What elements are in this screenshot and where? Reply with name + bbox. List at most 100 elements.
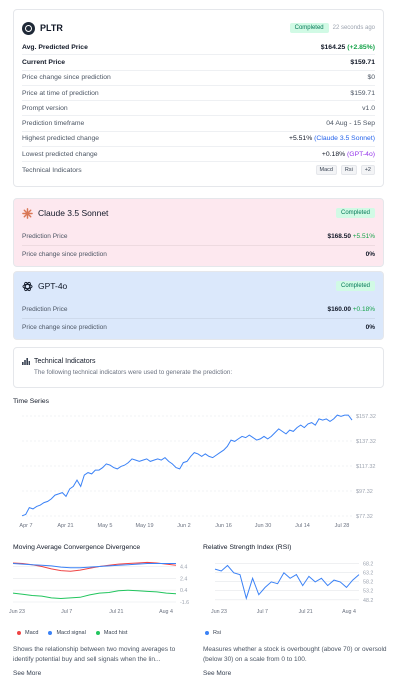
model-name: Claude 3.5 Sonnet <box>38 208 109 218</box>
rsi-see-more-link[interactable]: See More <box>203 670 231 677</box>
row-label: Prediction Price <box>22 305 68 313</box>
row-highest-change: Highest predicted change +5.51% (Claude … <box>22 132 375 148</box>
legend-item-macd[interactable]: Macd <box>17 630 38 636</box>
row-value: $0 <box>367 74 375 82</box>
technical-indicators-card: Technical Indicators The following techn… <box>13 347 384 388</box>
row-label: Lowest predicted change <box>22 150 98 158</box>
x-tick-label: Jul 28 <box>335 523 350 529</box>
row-label: Highest predicted change <box>22 135 100 143</box>
prediction-price-row: Prediction Price $160.00 +0.18% <box>22 300 375 318</box>
x-tick-label: Jul 21 <box>299 609 313 615</box>
x-tick-label: May 19 <box>135 523 153 529</box>
legend-dot <box>95 631 100 635</box>
row-price-at-prediction: Price at time of prediction $159.71 <box>22 86 375 102</box>
pltr-logo-icon <box>22 21 35 35</box>
model-link-claude[interactable]: (Claude 3.5 Sonnet) <box>314 135 375 142</box>
macd-see-more-link[interactable]: See More <box>13 670 41 677</box>
openai-logo-icon <box>22 281 33 291</box>
row-value: +5.51% <box>289 135 313 143</box>
x-tick-label: Jun 2 <box>177 523 190 529</box>
row-label: Price at time of prediction <box>22 89 99 97</box>
row-label: Price change since prediction <box>22 74 111 82</box>
time-series-title: Time Series <box>13 398 50 405</box>
row-label: Avg. Predicted Price <box>22 43 88 51</box>
x-tick-label: Apr 7 <box>19 523 32 529</box>
x-tick-label: Aug 4 <box>342 609 356 615</box>
row-current-price: Current Price $159.71 <box>22 55 375 71</box>
y-tick-label: $97.32 <box>356 489 373 495</box>
macd-legend: Macd Macd signal Macd hist <box>17 630 137 636</box>
x-tick-label: Aug 4 <box>159 609 173 615</box>
model-name: GPT-4o <box>38 281 68 291</box>
x-tick-label: Jun 16 <box>215 523 232 529</box>
row-change: +5.51% <box>352 232 375 240</box>
row-avg-predicted-price: Avg. Predicted Price $164.25 (+2.85%) <box>22 40 375 56</box>
row-lowest-change: Lowest predicted change +0.18% (GPT-4o) <box>22 147 375 163</box>
row-prompt-version: Prompt version v1.0 <box>22 101 375 117</box>
row-prediction-timeframe: Prediction timeframe 04 Aug - 15 Sep <box>22 116 375 132</box>
x-tick-label: Jul 21 <box>109 609 123 615</box>
timestamp: 22 seconds ago <box>332 25 375 31</box>
macd-title: Moving Average Convergence Divergence <box>13 544 141 551</box>
section-description: The following technical indicators were … <box>34 369 233 376</box>
legend-item-rsi[interactable]: Rsi <box>205 630 221 636</box>
row-label: Prompt version <box>22 104 68 112</box>
indicator-pill-more[interactable]: +2 <box>360 165 375 176</box>
model-link-gpt[interactable]: (GPT-4o) <box>347 151 375 158</box>
y-tick-label: 58.2 <box>363 580 373 586</box>
legend-item-macd-hist[interactable]: Macd hist <box>95 630 128 636</box>
row-value: $160.00 <box>327 305 351 313</box>
y-tick-label: 48.2 <box>363 598 373 604</box>
x-tick-label: Jun 23 <box>9 609 25 615</box>
rsi-legend: Rsi <box>205 630 231 636</box>
macd-chart[interactable]: 4.4 2.4 0.4 -1.6 Jun 23 Jul 7 Jul 21 Aug 4 <box>0 554 200 616</box>
row-value: $159.71 <box>350 89 375 97</box>
row-value: 0% <box>365 251 375 258</box>
gpt-prediction-card: GPT-4o Completed Prediction Price $160.0… <box>13 271 384 340</box>
row-value: 0% <box>365 324 375 331</box>
ticker-symbol: PLTR <box>40 23 63 33</box>
row-value: $168.50 <box>327 232 351 240</box>
legend-label: Macd <box>25 630 39 636</box>
rsi-title: Relative Strength Index (RSI) <box>203 544 292 551</box>
status-badge: Completed <box>289 23 329 33</box>
row-change: (+2.85%) <box>347 43 375 51</box>
row-value: 04 Aug - 15 Sep <box>326 120 375 128</box>
row-label: Prediction Price <box>22 232 68 240</box>
row-price-change: Price change since prediction $0 <box>22 71 375 86</box>
x-tick-label: Apr 21 <box>57 523 73 529</box>
row-label: Current Price <box>22 58 66 66</box>
claude-logo-icon <box>22 207 33 219</box>
series-line-macd-hist <box>12 589 177 600</box>
price-change-row: Price change since prediction 0% <box>22 318 375 336</box>
section-title: Technical Indicators <box>34 358 96 365</box>
y-tick-label: -1.6 <box>180 600 189 606</box>
row-value: v1.0 <box>362 104 375 112</box>
indicator-pill-macd[interactable]: Macd <box>315 165 337 176</box>
legend-label: Macd signal <box>56 630 86 636</box>
x-tick-label: May 5 <box>98 523 113 529</box>
row-value: +0.18% <box>321 150 346 158</box>
time-series-chart[interactable]: $157.32 $137.32 $117.32 $97.32 $77.32 Apr 7 Ap… <box>0 408 399 536</box>
rsi-chart[interactable]: 68.2 63.2 58.2 53.2 48.2 Jun 23 Jul 7 Jul 21 Aug… <box>199 554 399 616</box>
indicator-pill-rsi[interactable]: Rsi <box>340 165 357 176</box>
prediction-price-row: Prediction Price $168.50 +5.51% <box>22 227 375 245</box>
legend-item-macd-signal[interactable]: Macd signal <box>48 630 86 636</box>
x-tick-label: Jul 7 <box>61 609 72 615</box>
y-tick-label: $157.32 <box>356 414 376 420</box>
row-change: +0.18% <box>352 305 375 313</box>
y-tick-label: 4.4 <box>180 565 187 571</box>
row-value: $159.71 <box>350 58 375 66</box>
price-change-row: Price change since prediction 0% <box>22 245 375 263</box>
x-tick-label: Jun 30 <box>255 523 272 529</box>
status-badge: Completed <box>335 281 375 291</box>
y-tick-label: 0.4 <box>180 588 187 594</box>
legend-label: Macd hist <box>103 630 128 636</box>
x-tick-label: Jul 7 <box>257 609 268 615</box>
legend-label: Rsi <box>213 630 221 636</box>
legend-dot <box>205 631 209 635</box>
y-tick-label: $137.32 <box>356 439 376 445</box>
legend-dot <box>17 631 21 635</box>
y-tick-label: 53.2 <box>363 589 373 595</box>
row-value: $164.25 <box>320 43 346 51</box>
